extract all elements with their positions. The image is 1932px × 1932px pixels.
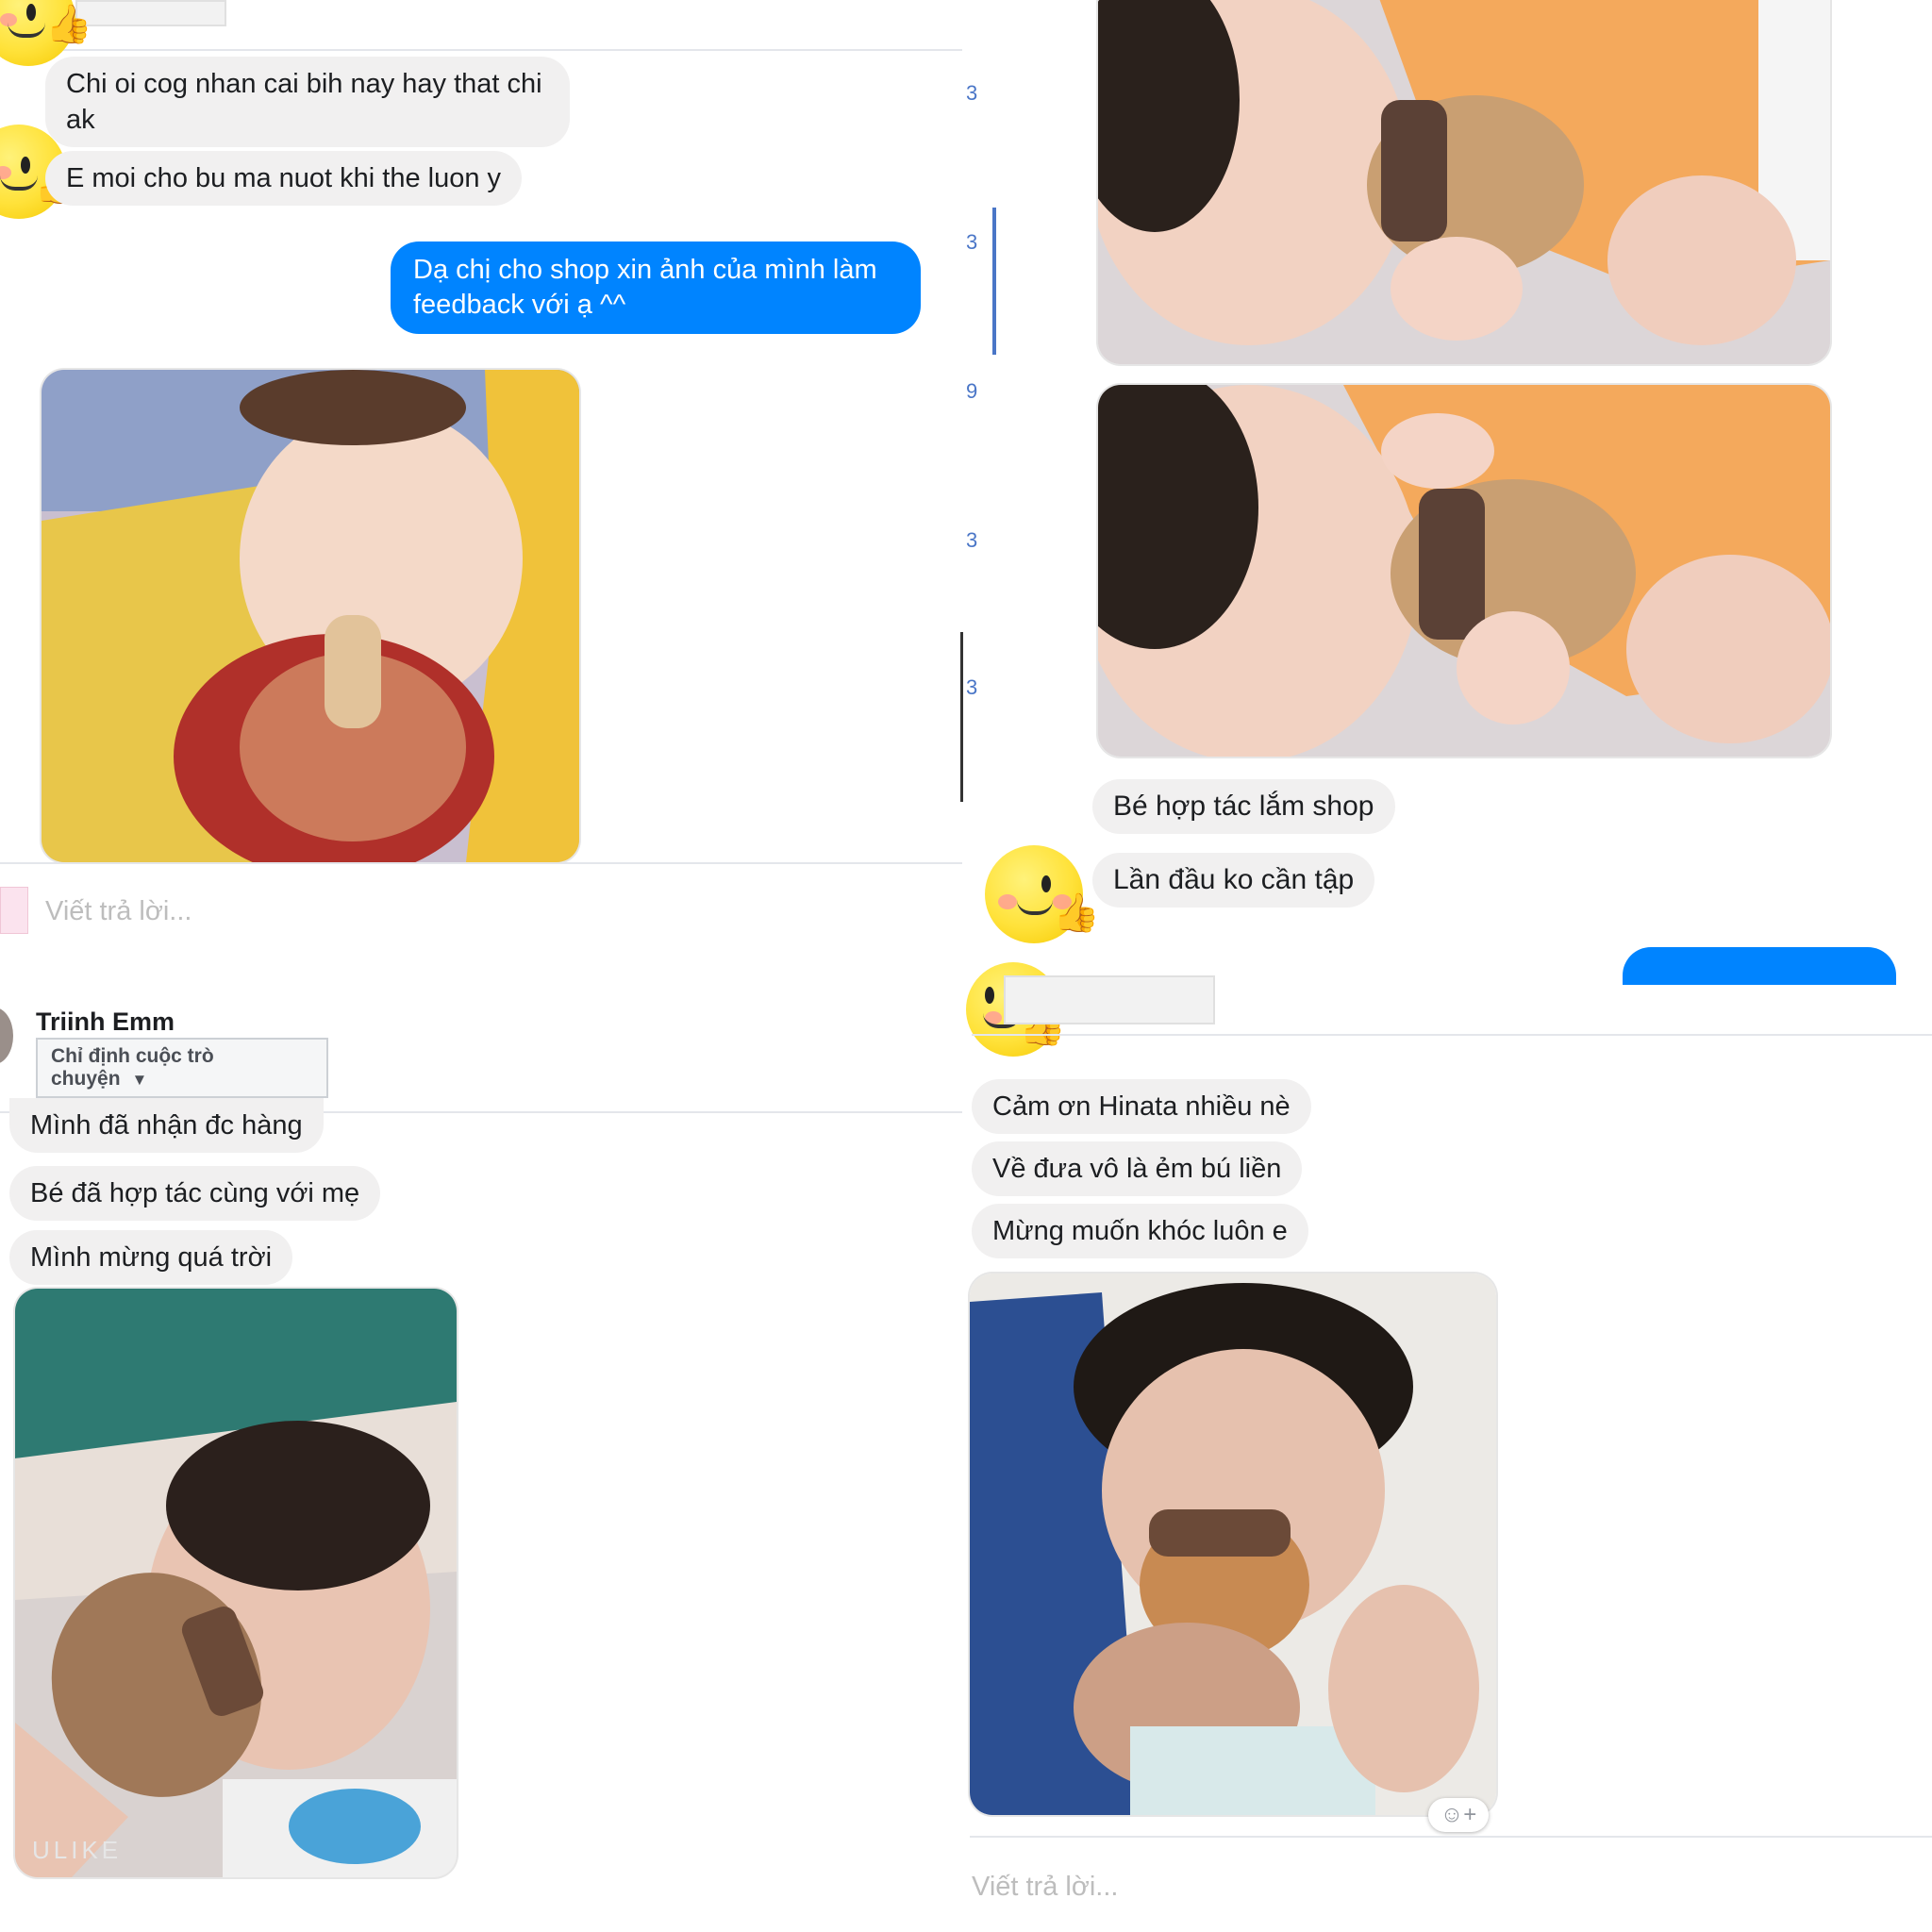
contact-name[interactable]: Triinh Emm — [36, 1008, 175, 1037]
message-bubble: Về đưa vô là ẻm bú liền — [972, 1141, 1303, 1196]
message-bubble: Bé hợp tác lắm shop — [1092, 779, 1395, 834]
watermark: ULIKE — [32, 1836, 123, 1864]
message-bubble: Cảm ơn Hinata nhiều nè — [972, 1079, 1311, 1134]
blurred-contact-name — [75, 0, 226, 26]
scroll-marker: 9 — [966, 379, 978, 403]
emoji-avatar-icon: 👍 — [0, 0, 92, 66]
outgoing-bubble-partial — [1623, 947, 1896, 985]
message-bubble: Bé đã hợp tác cùng với mẹ — [9, 1166, 381, 1221]
photo-baby-bottle-4[interactable] — [15, 1289, 457, 1877]
photo-baby-bottle-2[interactable] — [1098, 0, 1830, 364]
scroll-marker: 3 — [966, 230, 978, 254]
assign-conversation-select[interactable]: Chỉ định cuộc trò chuyện ▼ — [36, 1038, 328, 1098]
message-bubble: E moi cho bu ma nuot khi the luon y — [45, 151, 523, 206]
message-bubble: Mình mừng quá trời — [9, 1230, 293, 1285]
shop-logo-icon — [0, 887, 28, 934]
caret-down-icon: ▼ — [131, 1071, 148, 1089]
message-bubble-outgoing: Dạ chị cho shop xin ảnh của mình làm fee… — [391, 242, 921, 334]
add-reaction-icon[interactable]: ☺+ — [1428, 1798, 1489, 1832]
photo-baby-bottle-5[interactable] — [970, 1274, 1496, 1815]
header-divider — [0, 49, 962, 51]
header-divider — [972, 1034, 1932, 1036]
scroll-marker: 3 — [966, 675, 978, 699]
photo-baby-bottle-3[interactable] — [1098, 385, 1830, 757]
selected-thread-indicator — [992, 208, 996, 355]
scroll-marker: 3 — [966, 528, 978, 552]
message-bubble: Lần đầu ko cần tập — [1092, 853, 1375, 908]
message-bubble: Chi oi cog nhan cai bih nay hay that chi… — [45, 57, 570, 147]
thumbs-up-icon: 👍 — [45, 4, 92, 45]
message-bubble: Mừng muốn khóc luôn e — [972, 1204, 1308, 1258]
reply-input[interactable]: Viết trả lời... — [972, 1872, 1118, 1903]
message-bubble: Mình đã nhận đc hàng — [9, 1098, 324, 1153]
panel-edge — [960, 632, 963, 802]
blurred-contact-name — [1004, 975, 1215, 1024]
reply-input[interactable]: Viết trả lời... — [45, 896, 192, 927]
composer-divider — [970, 1836, 1932, 1838]
emoji-avatar-icon: 👍 — [985, 845, 1100, 943]
avatar — [0, 1008, 13, 1064]
thumbs-up-icon: 👍 — [1053, 892, 1100, 934]
composer-divider — [0, 862, 962, 864]
scroll-marker: 3 — [966, 81, 978, 105]
photo-baby-bottle-1[interactable] — [42, 370, 579, 862]
